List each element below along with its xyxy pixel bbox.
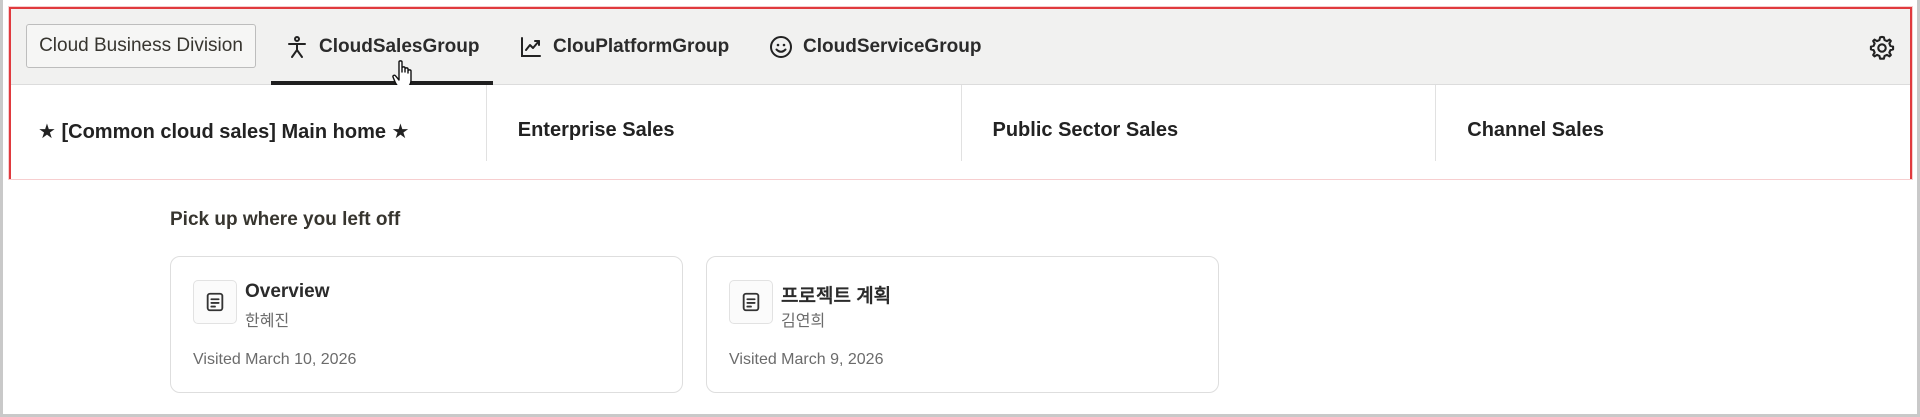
tab-label: CloudSalesGroup (319, 36, 480, 57)
sub-navigation: ★ [Common cloud sales] Main home ★ Enter… (11, 85, 1910, 179)
recent-page-card[interactable]: 프로젝트 계획 김연희 Visited March 9, 2026 (706, 256, 1219, 393)
gear-icon[interactable] (1868, 34, 1896, 62)
subnav-item-label: Enterprise Sales (517, 119, 675, 141)
card-title: 프로젝트 계획 (781, 286, 892, 307)
tab-label: ClouPlatformGroup (553, 36, 730, 57)
chart-line-icon (521, 37, 541, 57)
recent-section-title: Pick up where you left off (170, 209, 401, 230)
division-button[interactable]: Cloud Business Division (26, 24, 256, 68)
subnav-item-channel-sales[interactable]: Channel Sales (1435, 85, 1910, 179)
tab-bar: Cloud Business Division CloudSalesGroup … (11, 9, 1910, 89)
navigation-region: Cloud Business Division CloudSalesGroup … (9, 7, 1912, 179)
card-visited-date: Visited March 9, 2026 (729, 351, 884, 368)
card-visited-date: Visited March 10, 2026 (193, 351, 357, 368)
tab-clou-platform-group[interactable]: ClouPlatformGroup (505, 9, 743, 85)
card-author: 한혜진 (245, 313, 290, 330)
card-title: Overview (245, 281, 330, 302)
subnav-item-enterprise-sales[interactable]: Enterprise Sales (485, 85, 961, 179)
smiley-icon (770, 36, 792, 58)
tab-label: CloudServiceGroup (803, 36, 982, 57)
tab-cloud-sales-group[interactable]: CloudSalesGroup (271, 9, 494, 86)
tab-cloud-service-group[interactable]: CloudServiceGroup (755, 9, 995, 85)
recent-page-card[interactable]: Overview 한혜진 Visited March 10, 2026 (170, 256, 683, 393)
card-author: 김연희 (781, 313, 826, 330)
document-icon (193, 280, 237, 324)
person-icon (288, 36, 306, 58)
document-icon (729, 280, 773, 324)
subnav-item-main-home[interactable]: ★ [Common cloud sales] Main home ★ (11, 85, 486, 179)
subnav-item-public-sector-sales[interactable]: Public Sector Sales (960, 85, 1436, 179)
subnav-item-label: Public Sector Sales (992, 119, 1179, 141)
subnav-item-label: ★ [Common cloud sales] Main home ★ (38, 121, 410, 143)
subnav-item-label: Channel Sales (1467, 119, 1604, 141)
app-window: Cloud Business Division CloudSalesGroup … (0, 0, 1920, 417)
